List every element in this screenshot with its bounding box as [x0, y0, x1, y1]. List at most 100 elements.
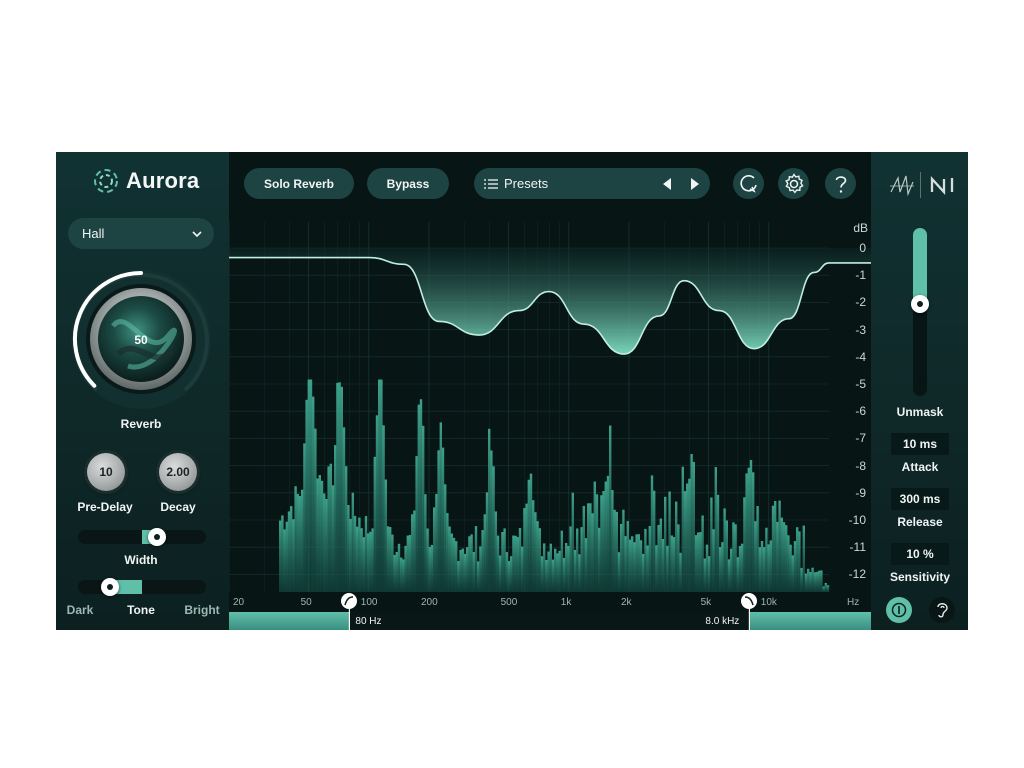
spectrum-bar — [802, 525, 805, 592]
spectrum-bar — [639, 540, 643, 592]
bypass-button[interactable]: Bypass — [367, 168, 449, 199]
unmask-slider[interactable] — [911, 228, 929, 396]
spectrum-bar — [448, 526, 451, 592]
spectrum-bar — [580, 527, 583, 592]
spectrum-bar — [360, 528, 363, 592]
curve-icon — [745, 596, 755, 606]
spectrum-bar — [576, 528, 579, 592]
spectrum-bar — [474, 526, 478, 592]
spectrum-bar — [699, 532, 702, 592]
tone-slider-thumb[interactable] — [101, 578, 119, 596]
spectrum-bar — [617, 552, 621, 592]
spectrum-bar — [611, 490, 614, 592]
db-tick-label: -1 — [855, 268, 866, 283]
spectrum-bar — [540, 556, 544, 592]
spectrum-bar — [551, 559, 555, 592]
freq-tick-label: 100 — [360, 597, 378, 608]
solo-reverb-button[interactable]: Solo Reverb — [244, 168, 354, 199]
refresh-button[interactable] — [733, 168, 764, 199]
db-tick-label: -4 — [855, 349, 866, 364]
spectrum-bar — [347, 505, 350, 592]
spectrum-bar — [582, 505, 585, 592]
sensitivity-value[interactable]: 10 % — [891, 543, 949, 565]
spectrum-bar — [598, 527, 601, 592]
spectrum-bar — [567, 546, 570, 592]
spectrum-bar — [505, 552, 508, 592]
release-value[interactable]: 300 ms — [891, 488, 949, 510]
spectrum-bar — [631, 536, 634, 592]
spectrum-bar — [826, 585, 830, 592]
spectrum-bar — [428, 546, 431, 592]
decay-knob[interactable]: 2.00 — [159, 453, 197, 491]
width-slider[interactable] — [78, 528, 206, 546]
prev-arrow-icon[interactable] — [662, 178, 672, 190]
tone-slider[interactable] — [78, 578, 206, 596]
spectrum-bar — [393, 554, 396, 592]
spectrum-bar — [426, 528, 429, 592]
release-value-text: 300 ms — [899, 492, 941, 506]
spectrum-bar — [527, 479, 530, 592]
spectrum-bar — [538, 528, 541, 592]
spectrum-bar — [441, 447, 445, 592]
presets-bar[interactable]: Presets — [474, 168, 710, 199]
spectrum-bar — [400, 557, 403, 592]
power-button[interactable] — [886, 597, 912, 623]
listen-button[interactable] — [929, 597, 955, 623]
spectrum-bar — [417, 404, 420, 592]
reverb-knob-value: 50 — [134, 333, 148, 347]
spectrum-bar — [424, 494, 427, 592]
spectrum-bar — [364, 516, 368, 592]
spectrum-bar — [367, 533, 370, 592]
db-tick-label: -5 — [855, 377, 866, 391]
spectrum-bar — [705, 544, 709, 592]
spectrum-bar — [503, 528, 506, 592]
spectrum-bar — [655, 545, 658, 592]
spectrum-bar — [765, 527, 768, 592]
width-label: Width — [124, 553, 158, 567]
spectrum-bar — [721, 542, 724, 592]
unmask-slider-thumb[interactable] — [911, 295, 929, 313]
spectrum-bar — [624, 536, 627, 592]
reverb-knob[interactable]: 50 — [68, 266, 214, 412]
spectrum-bar — [620, 523, 623, 592]
spectrum-bar — [628, 539, 632, 592]
db-tick-label: -3 — [855, 322, 866, 337]
spectrum-bar — [430, 544, 434, 592]
spectrum-bar — [723, 508, 726, 592]
spectrum-bar — [375, 415, 379, 592]
refresh-icon — [739, 174, 757, 193]
width-slider-thumb[interactable] — [148, 528, 166, 546]
help-button[interactable] — [825, 168, 856, 199]
spectrum-bar — [747, 467, 750, 592]
spectrum-bar — [785, 525, 788, 592]
spectrum-bar — [325, 499, 328, 592]
spectrum-bar — [459, 549, 462, 592]
attack-value[interactable]: 10 ms — [891, 433, 949, 455]
spectrum-bar — [670, 535, 673, 592]
room-type-dropdown[interactable]: Hall — [68, 218, 214, 249]
spectrum-bar — [490, 450, 493, 592]
sensitivity-label: Sensitivity — [889, 570, 951, 584]
gear-icon — [784, 172, 804, 194]
spectrum-bar — [338, 382, 341, 592]
spectrum-bar — [499, 555, 502, 592]
settings-button[interactable] — [778, 168, 809, 199]
spectrum-bar — [545, 560, 548, 592]
predelay-knob[interactable]: 10 — [87, 453, 125, 491]
high-cut-handle[interactable] — [741, 593, 758, 609]
spectrum-bar — [521, 546, 524, 592]
spectrum-bar — [452, 537, 456, 592]
spectrum-bar — [730, 548, 733, 592]
spectrum-bar — [496, 535, 500, 592]
spectrum-bar — [307, 379, 310, 592]
low-cut-handle[interactable] — [341, 593, 358, 609]
release-label: Release — [897, 515, 943, 529]
spectrum-bar — [791, 555, 794, 592]
spectrum-bar — [763, 547, 766, 592]
spectrum-bar — [815, 571, 819, 592]
next-arrow-icon[interactable] — [690, 178, 700, 190]
list-icon — [484, 178, 498, 189]
spectrum-bar — [719, 547, 722, 592]
spectrum-bar — [677, 524, 680, 592]
spectrum-bar — [749, 460, 753, 592]
